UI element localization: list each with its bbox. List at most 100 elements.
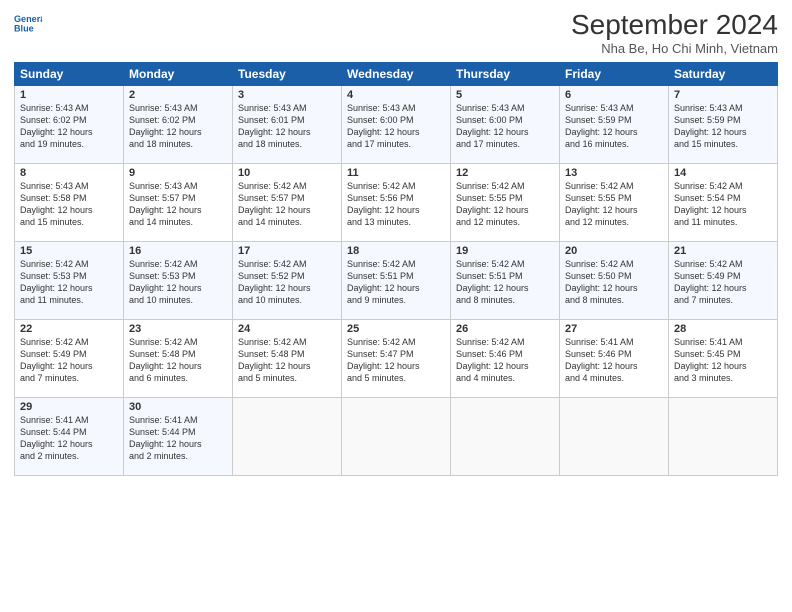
day-number: 7 bbox=[674, 89, 772, 101]
calendar-day-cell: 2Sunrise: 5:43 AMSunset: 6:02 PMDaylight… bbox=[124, 85, 233, 163]
calendar-week-row: 1Sunrise: 5:43 AMSunset: 6:02 PMDaylight… bbox=[15, 85, 778, 163]
calendar-day-cell bbox=[342, 397, 451, 475]
day-info: Sunrise: 5:43 AMSunset: 6:02 PMDaylight:… bbox=[20, 102, 118, 151]
day-number: 19 bbox=[456, 245, 554, 257]
calendar-day-cell: 21Sunrise: 5:42 AMSunset: 5:49 PMDayligh… bbox=[669, 241, 778, 319]
calendar-day-cell: 1Sunrise: 5:43 AMSunset: 6:02 PMDaylight… bbox=[15, 85, 124, 163]
day-number: 26 bbox=[456, 323, 554, 335]
calendar-day-cell: 17Sunrise: 5:42 AMSunset: 5:52 PMDayligh… bbox=[233, 241, 342, 319]
calendar-day-cell: 14Sunrise: 5:42 AMSunset: 5:54 PMDayligh… bbox=[669, 163, 778, 241]
calendar-day-cell: 9Sunrise: 5:43 AMSunset: 5:57 PMDaylight… bbox=[124, 163, 233, 241]
calendar-day-cell: 22Sunrise: 5:42 AMSunset: 5:49 PMDayligh… bbox=[15, 319, 124, 397]
calendar-day-header: Tuesday bbox=[233, 62, 342, 85]
day-info: Sunrise: 5:43 AMSunset: 6:00 PMDaylight:… bbox=[347, 102, 445, 151]
calendar-day-header: Monday bbox=[124, 62, 233, 85]
title-block: September 2024 Nha Be, Ho Chi Minh, Viet… bbox=[571, 10, 778, 56]
day-number: 5 bbox=[456, 89, 554, 101]
calendar-day-cell: 28Sunrise: 5:41 AMSunset: 5:45 PMDayligh… bbox=[669, 319, 778, 397]
calendar-day-cell bbox=[451, 397, 560, 475]
day-number: 2 bbox=[129, 89, 227, 101]
day-number: 4 bbox=[347, 89, 445, 101]
calendar-day-cell: 12Sunrise: 5:42 AMSunset: 5:55 PMDayligh… bbox=[451, 163, 560, 241]
calendar-day-cell: 13Sunrise: 5:42 AMSunset: 5:55 PMDayligh… bbox=[560, 163, 669, 241]
calendar-day-cell bbox=[669, 397, 778, 475]
calendar-day-cell: 26Sunrise: 5:42 AMSunset: 5:46 PMDayligh… bbox=[451, 319, 560, 397]
day-info: Sunrise: 5:41 AMSunset: 5:44 PMDaylight:… bbox=[20, 414, 118, 463]
day-number: 3 bbox=[238, 89, 336, 101]
day-info: Sunrise: 5:43 AMSunset: 6:00 PMDaylight:… bbox=[456, 102, 554, 151]
day-number: 29 bbox=[20, 401, 118, 413]
svg-text:General: General bbox=[14, 14, 42, 24]
day-number: 25 bbox=[347, 323, 445, 335]
calendar-week-row: 15Sunrise: 5:42 AMSunset: 5:53 PMDayligh… bbox=[15, 241, 778, 319]
day-number: 13 bbox=[565, 167, 663, 179]
calendar-day-cell: 10Sunrise: 5:42 AMSunset: 5:57 PMDayligh… bbox=[233, 163, 342, 241]
calendar-week-row: 22Sunrise: 5:42 AMSunset: 5:49 PMDayligh… bbox=[15, 319, 778, 397]
calendar-day-cell: 7Sunrise: 5:43 AMSunset: 5:59 PMDaylight… bbox=[669, 85, 778, 163]
logo: General Blue bbox=[14, 10, 42, 38]
day-info: Sunrise: 5:41 AMSunset: 5:44 PMDaylight:… bbox=[129, 414, 227, 463]
calendar-week-row: 29Sunrise: 5:41 AMSunset: 5:44 PMDayligh… bbox=[15, 397, 778, 475]
calendar-day-cell: 4Sunrise: 5:43 AMSunset: 6:00 PMDaylight… bbox=[342, 85, 451, 163]
day-number: 22 bbox=[20, 323, 118, 335]
day-number: 20 bbox=[565, 245, 663, 257]
day-info: Sunrise: 5:42 AMSunset: 5:53 PMDaylight:… bbox=[20, 258, 118, 307]
day-number: 10 bbox=[238, 167, 336, 179]
day-number: 9 bbox=[129, 167, 227, 179]
location-subtitle: Nha Be, Ho Chi Minh, Vietnam bbox=[571, 41, 778, 56]
day-info: Sunrise: 5:43 AMSunset: 5:57 PMDaylight:… bbox=[129, 180, 227, 229]
day-number: 28 bbox=[674, 323, 772, 335]
calendar-day-cell: 8Sunrise: 5:43 AMSunset: 5:58 PMDaylight… bbox=[15, 163, 124, 241]
calendar-day-cell: 19Sunrise: 5:42 AMSunset: 5:51 PMDayligh… bbox=[451, 241, 560, 319]
calendar-table: SundayMondayTuesdayWednesdayThursdayFrid… bbox=[14, 62, 778, 476]
calendar-day-cell: 15Sunrise: 5:42 AMSunset: 5:53 PMDayligh… bbox=[15, 241, 124, 319]
calendar-day-cell: 29Sunrise: 5:41 AMSunset: 5:44 PMDayligh… bbox=[15, 397, 124, 475]
day-info: Sunrise: 5:42 AMSunset: 5:51 PMDaylight:… bbox=[456, 258, 554, 307]
calendar-day-cell: 20Sunrise: 5:42 AMSunset: 5:50 PMDayligh… bbox=[560, 241, 669, 319]
day-info: Sunrise: 5:43 AMSunset: 5:58 PMDaylight:… bbox=[20, 180, 118, 229]
day-info: Sunrise: 5:42 AMSunset: 5:49 PMDaylight:… bbox=[674, 258, 772, 307]
day-number: 30 bbox=[129, 401, 227, 413]
day-number: 11 bbox=[347, 167, 445, 179]
day-info: Sunrise: 5:42 AMSunset: 5:51 PMDaylight:… bbox=[347, 258, 445, 307]
day-info: Sunrise: 5:42 AMSunset: 5:46 PMDaylight:… bbox=[456, 336, 554, 385]
day-number: 24 bbox=[238, 323, 336, 335]
day-info: Sunrise: 5:42 AMSunset: 5:50 PMDaylight:… bbox=[565, 258, 663, 307]
calendar-day-cell: 25Sunrise: 5:42 AMSunset: 5:47 PMDayligh… bbox=[342, 319, 451, 397]
calendar-day-cell: 30Sunrise: 5:41 AMSunset: 5:44 PMDayligh… bbox=[124, 397, 233, 475]
calendar-day-cell: 6Sunrise: 5:43 AMSunset: 5:59 PMDaylight… bbox=[560, 85, 669, 163]
day-info: Sunrise: 5:42 AMSunset: 5:48 PMDaylight:… bbox=[129, 336, 227, 385]
calendar-day-cell: 23Sunrise: 5:42 AMSunset: 5:48 PMDayligh… bbox=[124, 319, 233, 397]
day-info: Sunrise: 5:42 AMSunset: 5:55 PMDaylight:… bbox=[456, 180, 554, 229]
day-info: Sunrise: 5:42 AMSunset: 5:49 PMDaylight:… bbox=[20, 336, 118, 385]
day-info: Sunrise: 5:42 AMSunset: 5:55 PMDaylight:… bbox=[565, 180, 663, 229]
day-info: Sunrise: 5:43 AMSunset: 6:02 PMDaylight:… bbox=[129, 102, 227, 151]
day-info: Sunrise: 5:42 AMSunset: 5:57 PMDaylight:… bbox=[238, 180, 336, 229]
logo-icon: General Blue bbox=[14, 10, 42, 38]
day-info: Sunrise: 5:42 AMSunset: 5:54 PMDaylight:… bbox=[674, 180, 772, 229]
day-number: 12 bbox=[456, 167, 554, 179]
svg-text:Blue: Blue bbox=[14, 24, 34, 34]
day-info: Sunrise: 5:42 AMSunset: 5:52 PMDaylight:… bbox=[238, 258, 336, 307]
day-number: 23 bbox=[129, 323, 227, 335]
calendar-week-row: 8Sunrise: 5:43 AMSunset: 5:58 PMDaylight… bbox=[15, 163, 778, 241]
day-info: Sunrise: 5:42 AMSunset: 5:56 PMDaylight:… bbox=[347, 180, 445, 229]
calendar-day-cell: 11Sunrise: 5:42 AMSunset: 5:56 PMDayligh… bbox=[342, 163, 451, 241]
header: General Blue September 2024 Nha Be, Ho C… bbox=[14, 10, 778, 56]
calendar-header-row: SundayMondayTuesdayWednesdayThursdayFrid… bbox=[15, 62, 778, 85]
day-info: Sunrise: 5:41 AMSunset: 5:46 PMDaylight:… bbox=[565, 336, 663, 385]
calendar-day-header: Thursday bbox=[451, 62, 560, 85]
day-number: 16 bbox=[129, 245, 227, 257]
day-number: 8 bbox=[20, 167, 118, 179]
day-info: Sunrise: 5:43 AMSunset: 6:01 PMDaylight:… bbox=[238, 102, 336, 151]
page: General Blue September 2024 Nha Be, Ho C… bbox=[0, 0, 792, 612]
day-number: 17 bbox=[238, 245, 336, 257]
calendar-day-cell: 18Sunrise: 5:42 AMSunset: 5:51 PMDayligh… bbox=[342, 241, 451, 319]
day-info: Sunrise: 5:42 AMSunset: 5:47 PMDaylight:… bbox=[347, 336, 445, 385]
calendar-day-cell bbox=[560, 397, 669, 475]
day-number: 6 bbox=[565, 89, 663, 101]
day-info: Sunrise: 5:43 AMSunset: 5:59 PMDaylight:… bbox=[674, 102, 772, 151]
month-title: September 2024 bbox=[571, 10, 778, 41]
day-number: 15 bbox=[20, 245, 118, 257]
day-number: 27 bbox=[565, 323, 663, 335]
